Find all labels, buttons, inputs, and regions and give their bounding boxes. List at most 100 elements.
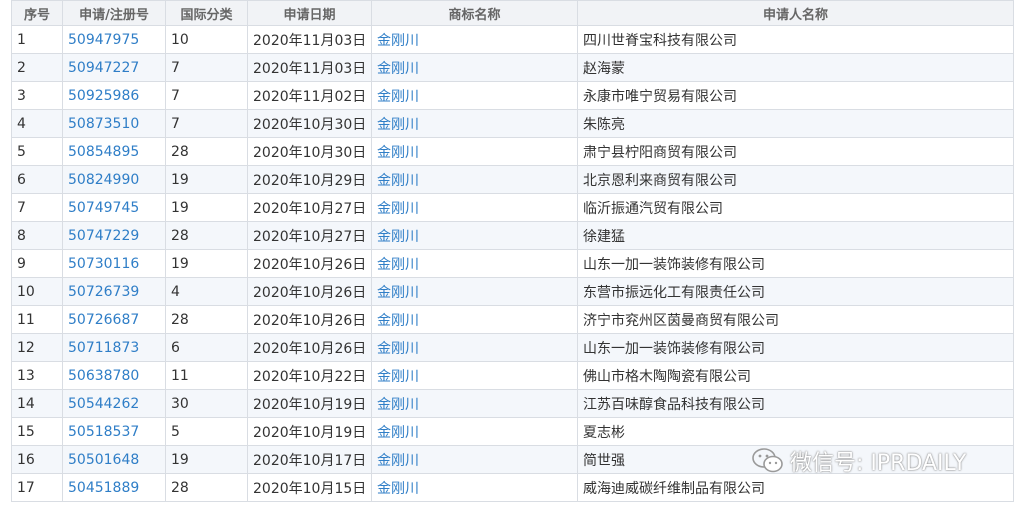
date-cell: 2020年10月26日 — [247, 249, 372, 278]
table-row: 12 50711873 6 2020年10月26日 金刚川 山东一加一装饰装修有限公司 — [11, 333, 1014, 362]
class-cell: 7 — [165, 109, 248, 138]
mark-name-link[interactable]: 金刚川 — [377, 33, 419, 49]
reg-number-link[interactable]: 50947975 — [68, 32, 139, 48]
serial-cell: 10 — [11, 277, 63, 306]
class-cell: 19 — [165, 249, 248, 278]
reg-number-link[interactable]: 50518537 — [68, 424, 139, 440]
table-row: 7 50749745 19 2020年10月27日 金刚川 临沂振通汽贸有限公司 — [11, 193, 1014, 222]
reg-number-cell: 50947227 — [62, 53, 166, 82]
mark-name-link[interactable]: 金刚川 — [377, 257, 419, 273]
mark-name-cell: 金刚川 — [371, 361, 578, 390]
reg-number-link[interactable]: 50947227 — [68, 60, 139, 76]
date-cell: 2020年10月30日 — [247, 109, 372, 138]
mark-name-link[interactable]: 金刚川 — [377, 369, 419, 385]
serial-cell: 9 — [11, 249, 63, 278]
mark-name-link[interactable]: 金刚川 — [377, 229, 419, 245]
class-cell: 28 — [165, 137, 248, 166]
date-cell: 2020年10月30日 — [247, 137, 372, 166]
date-cell: 2020年11月03日 — [247, 25, 372, 54]
table-row: 10 50726739 4 2020年10月26日 金刚川 东营市振远化工有限责任公司 — [11, 277, 1014, 306]
mark-name-link[interactable]: 金刚川 — [377, 341, 419, 357]
date-cell: 2020年10月19日 — [247, 417, 372, 446]
serial-cell: 13 — [11, 361, 63, 390]
mark-name-link[interactable]: 金刚川 — [377, 173, 419, 189]
mark-name-cell: 金刚川 — [371, 25, 578, 54]
reg-number-link[interactable]: 50747229 — [68, 228, 139, 244]
table-row: 14 50544262 30 2020年10月19日 金刚川 江苏百味醇食品科技有限公司 — [11, 389, 1014, 418]
applicant-cell: 佛山市格木陶陶瓷有限公司 — [577, 361, 1014, 390]
mark-name-link[interactable]: 金刚川 — [377, 425, 419, 441]
applicant-cell: 赵海蒙 — [577, 53, 1014, 82]
applicant-cell: 济宁市兖州区茵曼商贸有限公司 — [577, 305, 1014, 334]
reg-number-cell: 50947975 — [62, 25, 166, 54]
date-cell: 2020年10月27日 — [247, 193, 372, 222]
applicant-cell: 山东一加一装饰装修有限公司 — [577, 249, 1014, 278]
serial-cell: 15 — [11, 417, 63, 446]
reg-number-cell: 50726687 — [62, 305, 166, 334]
header-date[interactable]: 申请日期 — [247, 0, 372, 26]
date-cell: 2020年10月26日 — [247, 333, 372, 362]
applicant-cell: 山东一加一装饰装修有限公司 — [577, 333, 1014, 362]
applicant-cell: 朱陈亮 — [577, 109, 1014, 138]
reg-number-link[interactable]: 50638780 — [68, 368, 139, 384]
mark-name-link[interactable]: 金刚川 — [377, 453, 419, 469]
table-row: 11 50726687 28 2020年10月26日 金刚川 济宁市兖州区茵曼商贸有限公司 — [11, 305, 1014, 334]
applicant-cell: 威海迪威碳纤维制品有限公司 — [577, 473, 1014, 502]
reg-number-link[interactable]: 50854895 — [68, 144, 139, 160]
mark-name-cell: 金刚川 — [371, 137, 578, 166]
class-cell: 28 — [165, 305, 248, 334]
header-class[interactable]: 国际分类 — [165, 0, 248, 26]
reg-number-cell: 50726739 — [62, 277, 166, 306]
class-cell: 28 — [165, 473, 248, 502]
class-cell: 28 — [165, 221, 248, 250]
header-applicant[interactable]: 申请人名称 — [577, 0, 1014, 26]
date-cell: 2020年10月27日 — [247, 221, 372, 250]
reg-number-link[interactable]: 50544262 — [68, 396, 139, 412]
reg-number-link[interactable]: 50824990 — [68, 172, 139, 188]
mark-name-cell: 金刚川 — [371, 389, 578, 418]
reg-number-link[interactable]: 50501648 — [68, 452, 139, 468]
date-cell: 2020年10月29日 — [247, 165, 372, 194]
mark-name-link[interactable]: 金刚川 — [377, 285, 419, 301]
header-reg-number[interactable]: 申请/注册号 — [62, 0, 166, 26]
mark-name-link[interactable]: 金刚川 — [377, 201, 419, 217]
mark-name-link[interactable]: 金刚川 — [377, 481, 419, 497]
mark-name-cell: 金刚川 — [371, 333, 578, 362]
mark-name-link[interactable]: 金刚川 — [377, 117, 419, 133]
applicant-cell: 四川世脊宝科技有限公司 — [577, 25, 1014, 54]
reg-number-link[interactable]: 50726739 — [68, 284, 139, 300]
date-cell: 2020年11月03日 — [247, 53, 372, 82]
mark-name-link[interactable]: 金刚川 — [377, 89, 419, 105]
mark-name-cell: 金刚川 — [371, 53, 578, 82]
applicant-cell: 夏志彬 — [577, 417, 1014, 446]
mark-name-cell: 金刚川 — [371, 221, 578, 250]
mark-name-cell: 金刚川 — [371, 165, 578, 194]
mark-name-cell: 金刚川 — [371, 445, 578, 474]
mark-name-link[interactable]: 金刚川 — [377, 145, 419, 161]
reg-number-cell: 50518537 — [62, 417, 166, 446]
reg-number-link[interactable]: 50749745 — [68, 200, 139, 216]
reg-number-cell: 50638780 — [62, 361, 166, 390]
mark-name-link[interactable]: 金刚川 — [377, 61, 419, 77]
reg-number-link[interactable]: 50711873 — [68, 340, 139, 356]
class-cell: 4 — [165, 277, 248, 306]
class-cell: 7 — [165, 81, 248, 110]
wechat-watermark: 微信号: IPRDAILY — [752, 446, 1014, 476]
mark-name-link[interactable]: 金刚川 — [377, 313, 419, 329]
header-serial[interactable]: 序号 — [11, 0, 63, 26]
reg-number-link[interactable]: 50730116 — [68, 256, 139, 272]
mark-name-cell: 金刚川 — [371, 417, 578, 446]
table-row: 9 50730116 19 2020年10月26日 金刚川 山东一加一装饰装修有限公司 — [11, 249, 1014, 278]
reg-number-link[interactable]: 50726687 — [68, 312, 139, 328]
reg-number-link[interactable]: 50925986 — [68, 88, 139, 104]
date-cell: 2020年11月02日 — [247, 81, 372, 110]
reg-number-link[interactable]: 50873510 — [68, 116, 139, 132]
table-row: 13 50638780 11 2020年10月22日 金刚川 佛山市格木陶陶瓷有限公司 — [11, 361, 1014, 390]
mark-name-link[interactable]: 金刚川 — [377, 397, 419, 413]
reg-number-cell: 50730116 — [62, 249, 166, 278]
reg-number-link[interactable]: 50451889 — [68, 480, 139, 496]
applicant-cell: 江苏百味醇食品科技有限公司 — [577, 389, 1014, 418]
serial-cell: 12 — [11, 333, 63, 362]
serial-cell: 16 — [11, 445, 63, 474]
header-mark-name[interactable]: 商标名称 — [371, 0, 578, 26]
